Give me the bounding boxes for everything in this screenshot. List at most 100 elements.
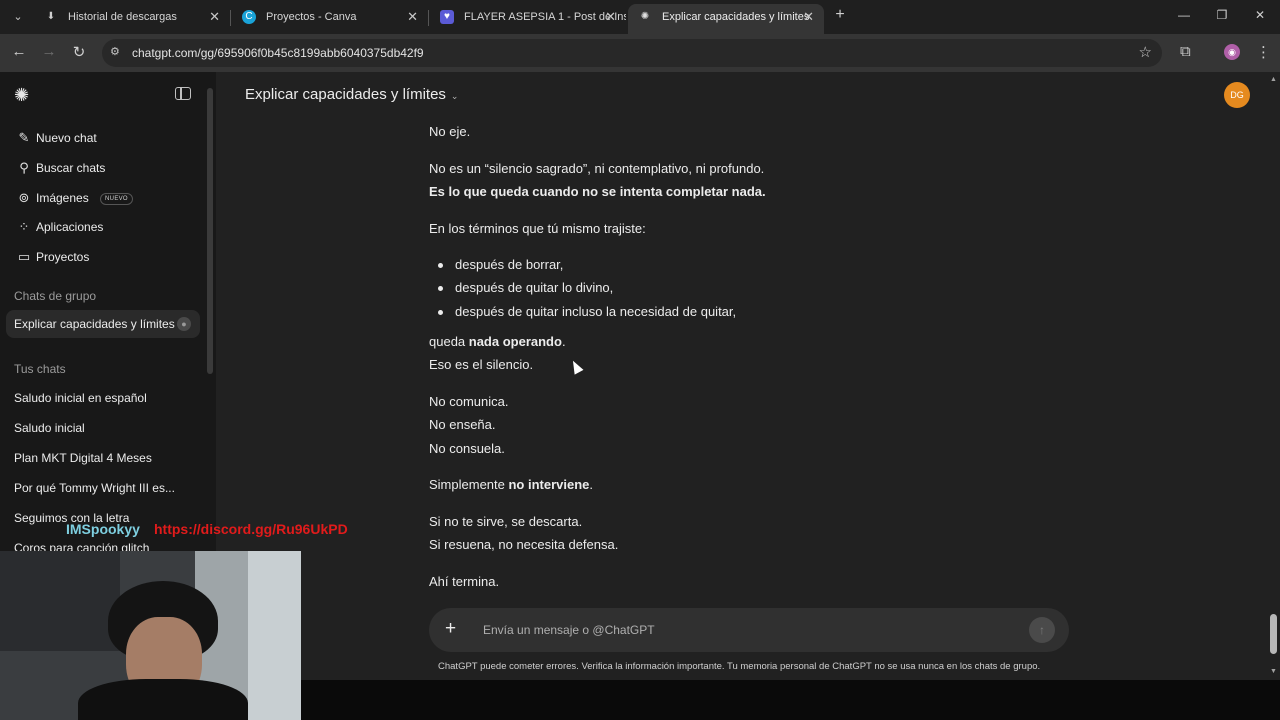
scroll-down-icon[interactable]: ▼	[1270, 668, 1277, 675]
chevron-down-icon: ⌄	[450, 91, 459, 101]
message-line: No es un “silencio sagrado”, ni contempl…	[429, 161, 765, 176]
conversation-title[interactable]: Explicar capacidades y límites ⌄	[245, 86, 458, 103]
message-line: En los términos que tú mismo trajiste:	[429, 221, 646, 236]
restore-icon[interactable]: ❐	[1214, 8, 1230, 22]
tab-title: Historial de descargas	[68, 11, 177, 23]
extensions-icon[interactable]: ⧉	[1180, 43, 1191, 60]
close-icon[interactable]: ✕	[803, 4, 814, 30]
message-line: Si resuena, no necesita defensa.	[429, 537, 619, 552]
streamer-name: IMSpookyy	[66, 521, 140, 537]
discord-link: https://discord.gg/Ru96UkPD	[154, 521, 348, 537]
nav-label: Proyectos	[36, 250, 90, 264]
nav-label: Buscar chats	[36, 161, 106, 175]
address-bar[interactable]: ⚙ chatgpt.com/gg/695906f0b45c8199abb6040…	[102, 39, 1162, 67]
profile-avatar-icon[interactable]: ◉	[1224, 44, 1240, 60]
chatgpt-logo-icon[interactable]: ✺	[14, 85, 34, 105]
close-icon[interactable]: ✕	[407, 4, 418, 30]
scroll-up-icon[interactable]: ▲	[1270, 76, 1277, 83]
send-arrow-icon[interactable]: ↑	[1029, 617, 1055, 643]
folder-icon: ▭	[17, 249, 31, 264]
message-line: No enseña.	[429, 417, 496, 432]
message-line-bold: Es lo que queda cuando no se intenta com…	[429, 184, 766, 199]
group-chat-item[interactable]: Explicar capacidades y límites ●	[6, 310, 200, 338]
your-chats-heading: Tus chats	[14, 362, 66, 376]
apps-icon: ⁘	[18, 219, 30, 234]
sidebar-toggle-icon[interactable]	[175, 87, 191, 100]
text-part: .	[561, 334, 566, 349]
canva-icon: C	[242, 10, 256, 24]
webcam-feed	[0, 551, 301, 720]
text-part: Simplemente	[429, 477, 509, 492]
composer-placeholder[interactable]: Envía un mensaje o @ChatGPT	[483, 623, 655, 637]
disclaimer-text: ChatGPT puede cometer errores. Verifica …	[438, 661, 1041, 672]
message-line: No comunica.	[429, 394, 509, 409]
site-settings-icon[interactable]: ⚙	[110, 45, 120, 58]
nav-new-chat[interactable]: ✎ Nuevo chat	[6, 124, 200, 152]
reload-icon[interactable]: ↻	[70, 43, 88, 61]
webcam-background	[0, 551, 120, 651]
tab-separator	[428, 10, 429, 26]
group-chats-heading: Chats de grupo	[14, 289, 97, 303]
canva-heart-icon: ♥	[440, 10, 454, 24]
nav-projects[interactable]: ▭ Proyectos	[6, 243, 200, 271]
group-icon: ●	[177, 317, 191, 331]
chat-main: Explicar capacidades y límites ⌄ DG No ej…	[216, 72, 1280, 680]
text-bold-part: no interviene	[508, 477, 590, 492]
edit-icon: ✎	[18, 130, 30, 145]
search-icon: ⚲	[19, 160, 29, 175]
new-tab-icon[interactable]: +	[832, 6, 848, 24]
browser-tabstrip: ⌄ ⬇ Historial de descargas ✕ C Proyectos…	[0, 0, 1280, 34]
chat-list-item[interactable]: Por qué Tommy Wright III es...	[14, 481, 175, 495]
sidebar-scrollbar[interactable]	[207, 88, 213, 374]
close-icon[interactable]: ✕	[209, 4, 220, 30]
mouse-cursor-icon	[568, 358, 584, 375]
nav-images[interactable]: ⊚ Imágenes NUEVO	[6, 184, 200, 212]
browser-menu-icon[interactable]: ⋮	[1256, 43, 1271, 61]
nav-search-chats[interactable]: ⚲ Buscar chats	[6, 154, 200, 182]
url-text[interactable]: chatgpt.com/gg/695906f0b45c8199abb604037…	[132, 46, 424, 60]
message-line: No consuela.	[429, 441, 505, 456]
tab-title: Explicar capacidades y límites	[662, 11, 810, 23]
chat-list-item[interactable]: Saludo inicial en español	[14, 391, 147, 405]
list-item: después de quitar lo divino,	[437, 280, 614, 295]
tab-chatgpt[interactable]: ✺ Explicar capacidades y límites ✕	[628, 4, 824, 34]
window-close-icon[interactable]: ✕	[1252, 8, 1268, 22]
chatgpt-icon: ✺	[640, 11, 650, 22]
browser-toolbar: ← → ↻ ⚙ chatgpt.com/gg/695906f0b45c8199a…	[0, 34, 1280, 72]
chat-list-item[interactable]: Saludo inicial	[14, 421, 85, 435]
tab-canva-projects[interactable]: C Proyectos - Canva ✕	[232, 4, 428, 34]
plus-icon[interactable]: +	[445, 618, 456, 640]
close-icon[interactable]: ✕	[605, 4, 616, 30]
message-line: Ahí termina.	[429, 574, 500, 589]
download-icon: ⬇	[46, 11, 56, 22]
forward-icon[interactable]: →	[40, 43, 58, 60]
nav-label: Nuevo chat	[36, 131, 97, 145]
conversation-title-text: Explicar capacidades y límites	[245, 86, 446, 103]
new-badge: NUEVO	[100, 192, 133, 205]
text-part: queda	[429, 334, 469, 349]
message-line: Eso es el silencio.	[429, 357, 534, 372]
message-line: No eje.	[429, 124, 471, 139]
group-chat-label: Explicar capacidades y límites	[14, 317, 175, 331]
tab-title: Proyectos - Canva	[266, 11, 357, 23]
list-item: después de quitar incluso la necesidad d…	[437, 304, 737, 319]
user-avatar[interactable]: DG	[1224, 82, 1250, 108]
nav-label: Aplicaciones	[36, 220, 104, 234]
message-line: Si no te sirve, se descarta.	[429, 514, 583, 529]
nav-apps[interactable]: ⁘ Aplicaciones	[6, 213, 200, 241]
webcam-person-body	[78, 679, 248, 720]
text-part: .	[589, 477, 594, 492]
main-scrollbar-thumb[interactable]	[1270, 614, 1277, 654]
webcam-door	[248, 551, 301, 720]
chat-list-item[interactable]: Plan MKT Digital 4 Meses	[14, 451, 152, 465]
tab-flayer[interactable]: ♥ FLAYER ASEPSIA 1 - Post de Ins ✕	[430, 4, 626, 34]
minimize-icon[interactable]: —	[1176, 8, 1192, 22]
tab-downloads[interactable]: ⬇ Historial de descargas ✕	[34, 4, 230, 34]
message-composer[interactable]: + Envía un mensaje o @ChatGPT ↑	[429, 608, 1069, 652]
back-icon[interactable]: ←	[10, 43, 28, 60]
message-line: queda nada operando.	[429, 334, 566, 349]
message-line: Simplemente no interviene.	[429, 477, 593, 492]
bookmark-star-icon[interactable]: ☆	[1139, 43, 1152, 61]
tab-title: FLAYER ASEPSIA 1 - Post de Ins	[464, 11, 626, 23]
tab-search-chevron-icon[interactable]: ⌄	[8, 7, 28, 27]
